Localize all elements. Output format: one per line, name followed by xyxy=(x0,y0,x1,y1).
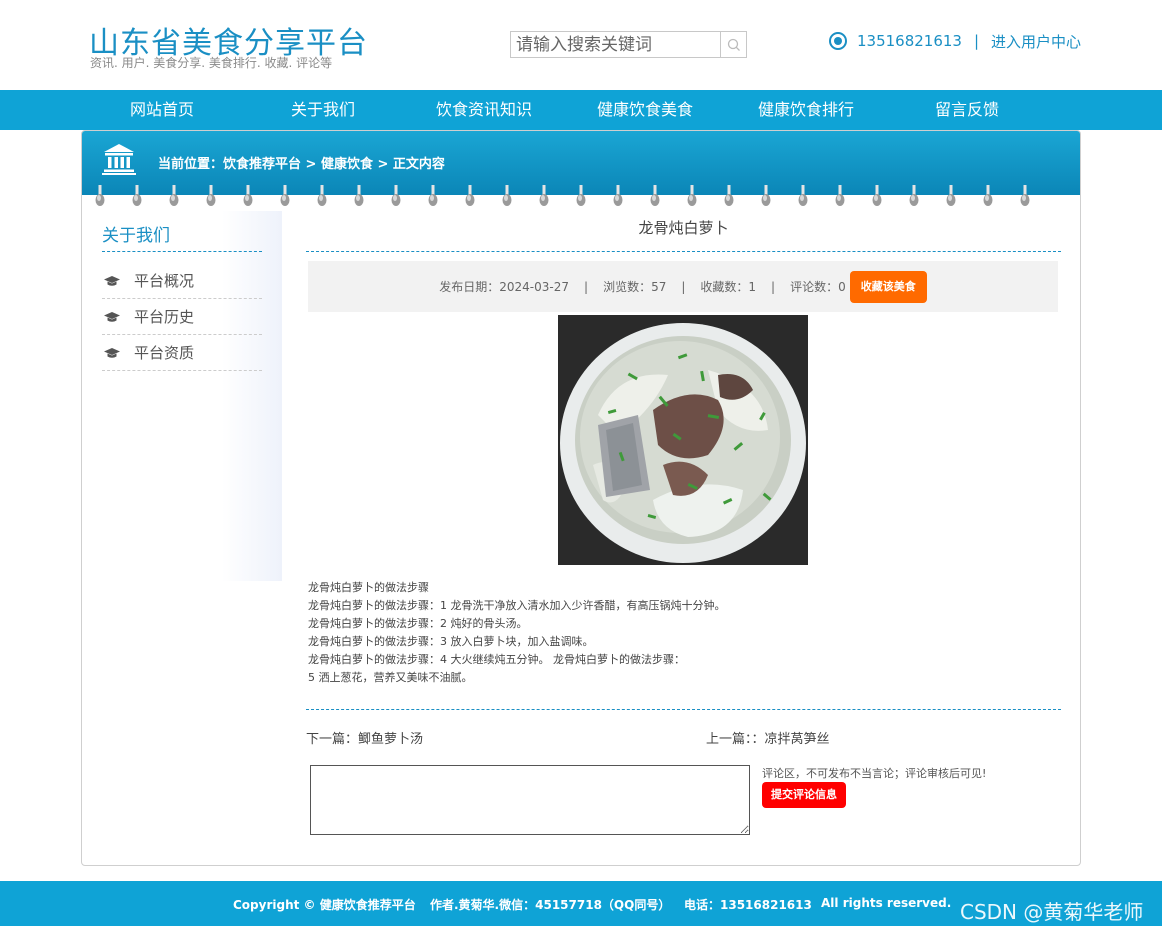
search-button[interactable] xyxy=(720,32,746,57)
binder-ring xyxy=(724,185,734,206)
binder-ring xyxy=(539,185,549,206)
recipe-step-line: 龙骨炖白萝卜的做法步骤：1 龙骨洗干净放入清水加入少许香醋，有高压锅炖十分钟。 xyxy=(308,599,726,612)
next-article-link[interactable]: 下一篇：鲫鱼萝卜汤 xyxy=(306,728,423,747)
binder-ring xyxy=(983,185,993,206)
recipe-step-line: 5 洒上葱花，营养又美味不油腻。 xyxy=(308,671,473,684)
meta-separator: | xyxy=(584,279,589,294)
binder-ring xyxy=(354,185,364,206)
article-meta-bar: 发布日期：2024-03-27 | 浏览数：57 | 收藏数：1 | 评论数：0… xyxy=(308,261,1058,312)
sidebar-item-history[interactable]: 平台历史 xyxy=(102,299,262,335)
sidebar-item-qualification[interactable]: 平台资质 xyxy=(102,335,262,371)
binder-ring xyxy=(169,185,179,206)
steps-divider xyxy=(306,709,1061,710)
view-count: 浏览数：57 xyxy=(603,280,667,294)
breadcrumb: 当前位置：饮食推荐平台 > 健康饮食 > 正文内容 xyxy=(158,157,445,172)
contact-phone: 13516821613 xyxy=(857,32,962,50)
nav-item-healthy-food[interactable]: 健康饮食美食 xyxy=(565,90,725,130)
contact-info: 13516821613 | 进入用户中心 xyxy=(829,31,1081,51)
binder-ring xyxy=(1020,185,1030,206)
binder-ring xyxy=(243,185,253,206)
binder-ring xyxy=(835,185,845,206)
comment-note: 评论区，不可发布不当言论；评论审核后可见! xyxy=(762,767,987,780)
binder-ring xyxy=(761,185,771,206)
sidebar-divider xyxy=(102,251,262,252)
footer-phone: 电话：13516821613 xyxy=(684,898,812,912)
binder-ring xyxy=(798,185,808,206)
location-pin-icon xyxy=(829,32,847,50)
site-footer: Copyright © 健康饮食推荐平台 作者.黄菊华.微信：45157718（… xyxy=(0,881,1162,926)
recipe-step-line: 龙骨炖白萝卜的做法步骤：4 大火继续炖五分钟。 龙骨炖白萝卜的做法步骤： xyxy=(308,653,685,666)
binder-ring xyxy=(946,185,956,206)
graduation-cap-icon xyxy=(104,311,120,322)
binder-ring xyxy=(95,185,105,206)
binder-ring xyxy=(132,185,142,206)
binder-ring xyxy=(687,185,697,206)
favorite-count: 收藏数：1 xyxy=(700,280,757,294)
sidebar-item-label: 平台资质 xyxy=(134,344,195,362)
binder-ring xyxy=(502,185,512,206)
footer-copyright: Copyright © 健康饮食推荐平台 xyxy=(233,898,416,912)
comment-count: 评论数：0 xyxy=(790,280,846,294)
binder-ring xyxy=(576,185,586,206)
prev-article-link[interactable]: 上一篇：：凉拌莴笋丝 xyxy=(706,728,830,747)
binder-ring xyxy=(613,185,623,206)
article-title: 龙骨炖白萝卜 xyxy=(638,219,729,237)
sidebar: 关于我们 平台概况 平台历史 平台资质 xyxy=(82,211,282,581)
footer-author: 作者.黄菊华.微信：45157718（QQ同号） xyxy=(430,898,671,912)
binder-ring xyxy=(428,185,438,206)
nav-item-feedback[interactable]: 留言反馈 xyxy=(887,90,1047,130)
graduation-cap-icon xyxy=(104,347,120,358)
user-center-link[interactable]: 进入用户中心 xyxy=(991,31,1081,52)
main-nav: 网站首页 关于我们 饮食资讯知识 健康饮食美食 健康饮食排行 留言反馈 xyxy=(0,90,1162,130)
binder-ring xyxy=(465,185,475,206)
meta-separator: | xyxy=(771,279,776,294)
binder-rings-decoration xyxy=(95,185,1030,206)
site-subtitle: 资讯. 用户. 美食分享. 美食排行. 收藏. 评论等 xyxy=(90,56,333,70)
title-divider xyxy=(306,251,1061,252)
sidebar-title: 关于我们 xyxy=(102,226,170,246)
meta-separator: | xyxy=(681,279,686,294)
csdn-watermark: CSDN @黄菊华老师 xyxy=(960,900,1144,924)
nav-item-ranking[interactable]: 健康饮食排行 xyxy=(726,90,886,130)
binder-ring xyxy=(872,185,882,206)
favorite-button[interactable]: 收藏该美食 xyxy=(849,270,927,303)
institution-icon xyxy=(102,144,136,175)
search-box xyxy=(510,31,747,58)
nav-item-about[interactable]: 关于我们 xyxy=(243,90,403,130)
binder-ring xyxy=(206,185,216,206)
recipe-steps: 龙骨炖白萝卜的做法步骤 龙骨炖白萝卜的做法步骤：1 龙骨洗干净放入清水加入少许香… xyxy=(308,579,1058,687)
contact-separator: | xyxy=(973,32,980,50)
footer-rights: All rights reserved. xyxy=(821,896,952,910)
recipe-step-line: 龙骨炖白萝卜的做法步骤 xyxy=(308,581,429,594)
dish-photo xyxy=(558,315,808,565)
sidebar-item-label: 平台概况 xyxy=(134,272,195,290)
binder-ring xyxy=(280,185,290,206)
submit-comment-button[interactable]: 提交评论信息 xyxy=(762,782,846,808)
binder-ring xyxy=(391,185,401,206)
nav-item-news[interactable]: 饮食资讯知识 xyxy=(404,90,564,130)
graduation-cap-icon xyxy=(104,275,120,286)
recipe-step-line: 龙骨炖白萝卜的做法步骤：2 炖好的骨头汤。 xyxy=(308,617,528,630)
content-card: 当前位置：饮食推荐平台 > 健康饮食 > 正文内容 关于我们 平台概况 平台历史… xyxy=(81,130,1081,866)
site-header: 山东省美食分享平台 资讯. 用户. 美食分享. 美食排行. 收藏. 评论等 13… xyxy=(0,0,1162,90)
comment-textarea[interactable] xyxy=(310,765,750,835)
binder-ring xyxy=(650,185,660,206)
sidebar-item-overview[interactable]: 平台概况 xyxy=(102,263,262,299)
recipe-step-line: 龙骨炖白萝卜的做法步骤：3 放入白萝卜块，加入盐调味。 xyxy=(308,635,594,648)
binder-ring xyxy=(317,185,327,206)
nav-item-home[interactable]: 网站首页 xyxy=(82,90,242,130)
search-icon xyxy=(727,38,740,51)
search-input[interactable] xyxy=(511,32,721,57)
binder-ring xyxy=(909,185,919,206)
publish-date: 发布日期：2024-03-27 xyxy=(439,280,570,294)
sidebar-item-label: 平台历史 xyxy=(134,308,195,326)
